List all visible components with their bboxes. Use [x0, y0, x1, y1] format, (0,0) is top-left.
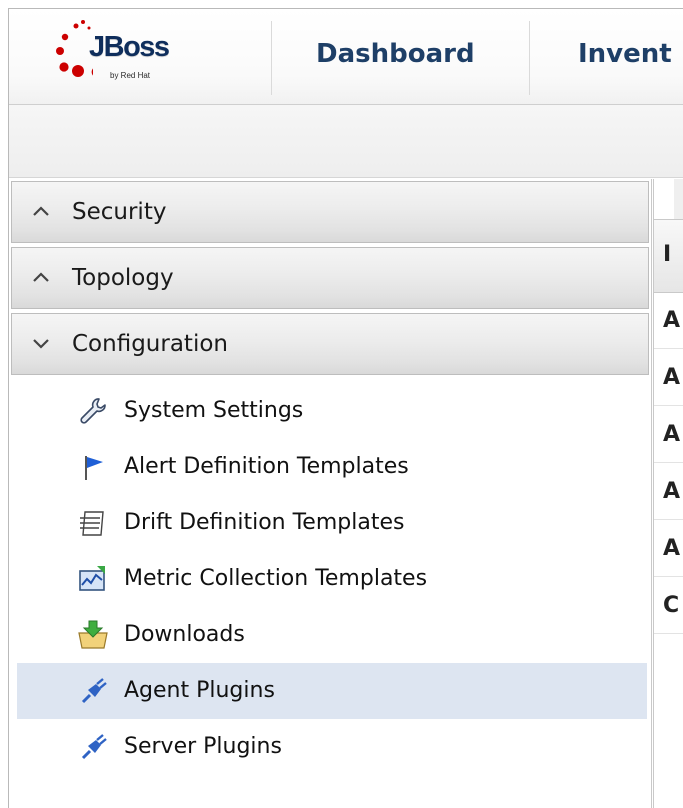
table-row[interactable]: A	[654, 463, 683, 520]
table-row[interactable]: C	[654, 577, 683, 634]
document-icon	[80, 511, 104, 536]
left-navigation: Security Topology Configuration System S…	[9, 179, 652, 808]
section-configuration[interactable]: Configuration	[11, 313, 649, 375]
toolbar-strip	[9, 105, 683, 178]
column-header-text: I	[663, 242, 672, 267]
flag-icon	[85, 456, 103, 480]
tab-dashboard[interactable]: Dashboard	[316, 39, 475, 69]
section-security[interactable]: Security	[11, 181, 649, 243]
chevron-down-icon	[33, 339, 49, 349]
row-cell-text: A	[663, 422, 681, 447]
nav-item-label: Agent Plugins	[124, 678, 275, 703]
row-cell-text: A	[663, 365, 681, 390]
table-row[interactable]: A	[654, 292, 683, 349]
nav-item-label: System Settings	[124, 398, 304, 423]
jboss-logo[interactable]: JBoss by Red Hat	[9, 9, 271, 104]
nav-item-downloads[interactable]: Downloads	[17, 607, 647, 663]
row-cell-text: A	[663, 479, 681, 504]
nav-item-agent-plugins[interactable]: Agent Plugins	[17, 663, 647, 719]
download-folder-icon	[78, 620, 108, 649]
table-row[interactable]: A	[654, 406, 683, 463]
nav-item-system-settings[interactable]: System Settings	[17, 383, 647, 439]
content-pane: I A A A A A C	[653, 179, 683, 808]
plug-icon	[81, 734, 107, 760]
row-cell-text: A	[663, 536, 681, 561]
row-cell-text: C	[663, 593, 680, 618]
chevron-up-icon	[33, 206, 49, 216]
header-separator	[271, 21, 272, 95]
scrollbar[interactable]	[674, 179, 683, 219]
row-cell-text: A	[663, 308, 681, 333]
chevron-up-icon	[33, 272, 49, 282]
app-frame: JBoss by Red Hat Dashboard Invent Securi…	[8, 8, 683, 808]
app-header: JBoss by Red Hat Dashboard Invent	[9, 9, 683, 105]
table-row[interactable]: A	[654, 520, 683, 577]
plug-icon	[81, 678, 107, 704]
nav-item-drift-definition-templates[interactable]: Drift Definition Templates	[17, 495, 647, 551]
nav-item-label: Downloads	[124, 622, 245, 647]
nav-item-label: Drift Definition Templates	[124, 510, 405, 535]
nav-item-alert-definition-templates[interactable]: Alert Definition Templates	[17, 439, 647, 495]
section-label: Topology	[72, 265, 174, 291]
header-separator	[529, 21, 530, 95]
section-label: Configuration	[72, 331, 228, 357]
nav-item-label: Metric Collection Templates	[124, 566, 428, 591]
section-label: Security	[72, 199, 167, 225]
logo-subtitle: by Red Hat	[110, 71, 151, 80]
nav-item-metric-collection-templates[interactable]: Metric Collection Templates	[17, 551, 647, 607]
table-row[interactable]: A	[654, 349, 683, 406]
section-topology[interactable]: Topology	[11, 247, 649, 309]
logo-brand: JBoss	[89, 31, 170, 63]
nav-item-label: Server Plugins	[124, 734, 282, 759]
nav-item-label: Alert Definition Templates	[124, 454, 409, 479]
tab-inventory[interactable]: Invent	[578, 39, 672, 69]
wrench-icon	[80, 398, 106, 424]
logo-dots-icon	[56, 20, 93, 77]
nav-item-server-plugins[interactable]: Server Plugins	[17, 719, 647, 775]
table-column-header[interactable]: I	[654, 219, 683, 293]
chart-icon	[79, 566, 105, 591]
